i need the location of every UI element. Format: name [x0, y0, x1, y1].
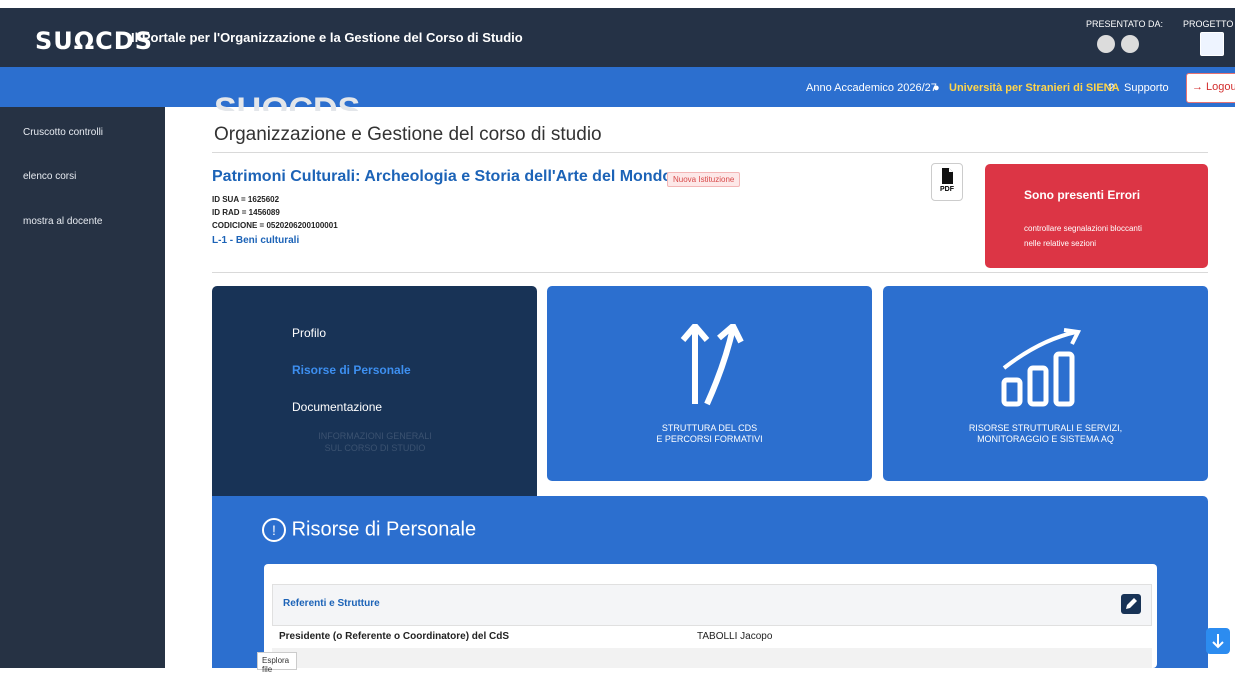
section-risorse-personale: ! Risorse di Personale Referenti e Strut…	[212, 496, 1208, 668]
logout-label: Logout	[1206, 81, 1235, 93]
course-class: L-1 - Beni culturali	[212, 235, 300, 246]
arrow-down-icon	[1212, 634, 1224, 649]
sidebar-item-cruscotto[interactable]: Cruscotto controlli	[23, 127, 103, 138]
menu-item-documentazione[interactable]: Documentazione	[292, 400, 382, 414]
support-link[interactable]: Supporto	[1124, 82, 1169, 94]
section-title-text: Risorse di Personale	[291, 518, 477, 541]
divider	[212, 152, 1208, 153]
university-link[interactable]: Università per Stranieri di SIENA	[949, 82, 1120, 94]
tile-risorse-caption: RISORSE STRUTTURALI E SERVIZI, MONITORAG…	[883, 423, 1208, 445]
tile-ghost-line2: SUL CORSO DI STUDIO	[324, 443, 426, 453]
table-row: Presidente (o Referente o Coordinatore) …	[272, 626, 1152, 648]
error-line1: controllare segnalazioni bloccanti	[1024, 224, 1142, 233]
page-title: Organizzazione e Gestione del corso di s…	[214, 124, 602, 145]
edit-button[interactable]	[1121, 594, 1141, 614]
app-title: Il Portale per l'Organizzazione e la Ges…	[131, 30, 523, 45]
card-title: Referenti e Strutture	[283, 598, 380, 609]
tile-risorse-line2: MONITORAGGIO E SISTEMA AQ	[977, 434, 1114, 444]
academic-year: Anno Accademico 2026/27	[806, 82, 937, 94]
sidebar-item-mostra-docente[interactable]: mostra al docente	[23, 216, 103, 227]
tile-struttura-line1: STRUTTURA DEL CDS	[661, 423, 758, 433]
presented-by-label: PRESENTATO DA:	[1086, 19, 1164, 29]
app-header: SUΩCDS Il Portale per l'Organizzazione e…	[0, 8, 1235, 67]
error-alert: Sono presenti Errori controllare segnala…	[985, 164, 1208, 268]
project-logo-icon	[1200, 32, 1224, 56]
tile-risorse-line1: RISORSE STRUTTURALI E SERVIZI,	[968, 423, 1123, 433]
tile-struttura-cds[interactable]: STRUTTURA DEL CDS E PERCORSI FORMATIVI	[547, 286, 872, 481]
ministry-seal-icon	[1121, 35, 1139, 53]
top-strip	[0, 0, 1235, 8]
codicione: CODICIONE = 0520206200100001	[212, 221, 338, 230]
ghost-heading: SUΩCDS	[214, 91, 361, 111]
exclamation-icon: !	[262, 518, 286, 542]
menu-item-risorse-personale[interactable]: Risorse di Personale	[292, 363, 411, 377]
pencil-icon	[1126, 598, 1137, 609]
branch-arrows-icon	[680, 324, 744, 406]
tooltip-text: Esplora file	[262, 656, 290, 674]
id-rad: ID RAD = 1456089	[212, 208, 280, 217]
project-by-label: PROGETTO DI	[1183, 19, 1235, 29]
tile-struttura-line2: E PERCORSI FORMATIVI	[656, 434, 763, 444]
error-line2: nelle relative sezioni	[1024, 239, 1097, 248]
status-badge: Nuova Istituzione	[667, 172, 741, 187]
table-row	[272, 648, 1152, 668]
scroll-down-button[interactable]	[1206, 628, 1230, 654]
pdf-download-button[interactable]: PDF	[931, 163, 963, 201]
card-referenti: Referenti e Strutture Presidente (o Refe…	[264, 564, 1157, 668]
user-icon: ●	[933, 82, 940, 94]
growth-chart-icon	[1001, 328, 1082, 407]
section-title: ! Risorse di Personale	[262, 518, 476, 542]
tile-ghost-line1: INFORMAZIONI GENERALI	[318, 431, 432, 441]
sidebar: Cruscotto controlli elenco corsi mostra …	[0, 107, 165, 668]
pdf-label: PDF	[940, 186, 954, 193]
error-title: Sono presenti Errori	[1024, 188, 1141, 202]
top-nav: Anno Accademico 2026/27 ● Università per…	[0, 67, 1235, 107]
menu-item-profilo[interactable]: Profilo	[292, 326, 326, 340]
tile-risorse-strutturali[interactable]: RISORSE STRUTTURALI E SERVIZI, MONITORAG…	[883, 286, 1208, 481]
logout-button[interactable]: → Logout	[1186, 73, 1235, 103]
row-value: TABOLLI Jacopo	[697, 631, 773, 642]
tooltip: Esplora file	[257, 652, 297, 674]
help-icon: ?	[1108, 82, 1115, 94]
id-sua: ID SUA = 1625602	[212, 195, 280, 204]
anvur-logo-icon	[1097, 35, 1115, 53]
tile-informazioni-generali[interactable]: Profilo Risorse di Personale Documentazi…	[212, 286, 537, 496]
course-title: Patrimoni Culturali: Archeologia e Stori…	[212, 168, 673, 185]
divider	[212, 272, 1208, 273]
card-header: Referenti e Strutture	[272, 584, 1152, 626]
logout-icon: →	[1192, 81, 1203, 93]
sidebar-item-elenco-corsi[interactable]: elenco corsi	[23, 171, 76, 182]
row-label: Presidente (o Referente o Coordinatore) …	[279, 631, 510, 642]
tile-struttura-caption: STRUTTURA DEL CDS E PERCORSI FORMATIVI	[547, 423, 872, 445]
pdf-file-icon	[942, 168, 953, 184]
